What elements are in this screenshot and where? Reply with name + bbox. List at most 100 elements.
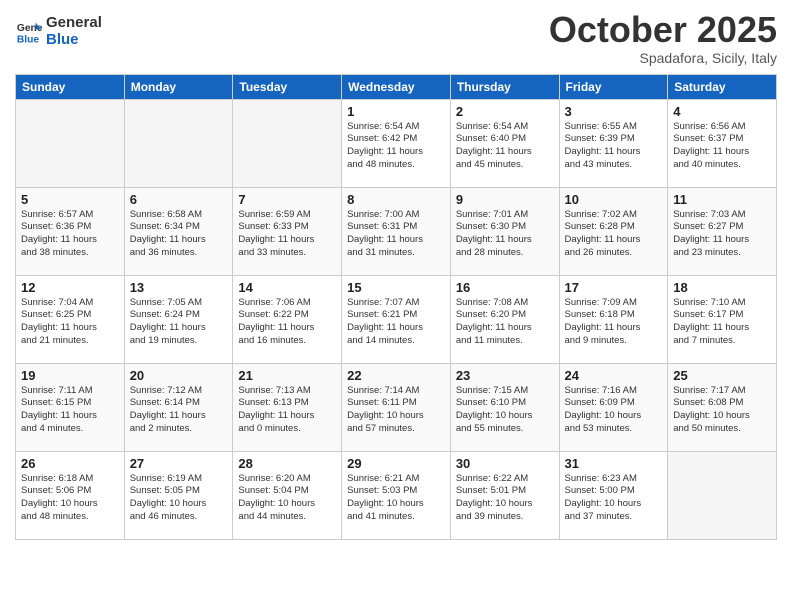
day-info: Sunrise: 6:59 AM Sunset: 6:33 PM Dayligh… [238, 209, 336, 260]
day-info: Sunrise: 7:15 AM Sunset: 6:10 PM Dayligh… [456, 385, 554, 436]
table-row: 3 Sunrise: 6:55 AM Sunset: 6:39 PM Daylig… [559, 99, 668, 187]
table-row: 19 Sunrise: 7:11 AM Sunset: 6:15 PM Dayli… [16, 363, 125, 451]
table-row [668, 451, 777, 539]
logo-blue: Blue [46, 32, 102, 49]
day-info: Sunrise: 6:57 AM Sunset: 6:36 PM Dayligh… [21, 209, 119, 260]
table-row: 6 Sunrise: 6:58 AM Sunset: 6:34 PM Daylig… [124, 187, 233, 275]
day-number: 5 [21, 192, 119, 207]
day-info: Sunrise: 7:11 AM Sunset: 6:15 PM Dayligh… [21, 385, 119, 436]
day-info: Sunrise: 6:22 AM Sunset: 5:01 PM Dayligh… [456, 473, 554, 524]
table-row: 2Sunrise: 6:54 AM Sunset: 6:40 PM Daylig… [450, 99, 559, 187]
header: General Blue General Blue October 2025 S… [15, 10, 777, 66]
table-row: 5 Sunrise: 6:57 AM Sunset: 6:36 PM Daylig… [16, 187, 125, 275]
table-row [233, 99, 342, 187]
day-number: 26 [21, 456, 119, 471]
day-number: 12 [21, 280, 119, 295]
calendar-week-row: 1 Sunrise: 6:54 AM Sunset: 6:42 PM Daylig… [16, 99, 777, 187]
table-row: 29Sunrise: 6:21 AM Sunset: 5:03 PM Dayli… [342, 451, 451, 539]
day-number: 30 [456, 456, 554, 471]
day-number: 23 [456, 368, 554, 383]
month-title: October 2025 [549, 10, 777, 50]
day-number: 1 [347, 104, 445, 119]
day-number: 18 [673, 280, 771, 295]
table-row: 9 Sunrise: 7:01 AM Sunset: 6:30 PM Daylig… [450, 187, 559, 275]
day-number: 15 [347, 280, 445, 295]
day-number: 3 [565, 104, 663, 119]
day-info: Sunrise: 7:12 AM Sunset: 6:14 PM Dayligh… [130, 385, 228, 436]
table-row: 10Sunrise: 7:02 AM Sunset: 6:28 PM Dayli… [559, 187, 668, 275]
table-row: 14Sunrise: 7:06 AM Sunset: 6:22 PM Dayli… [233, 275, 342, 363]
table-row [16, 99, 125, 187]
day-info: Sunrise: 7:17 AM Sunset: 6:08 PM Dayligh… [673, 385, 771, 436]
table-row: 27Sunrise: 6:19 AM Sunset: 5:05 PM Dayli… [124, 451, 233, 539]
table-row: 23 Sunrise: 7:15 AM Sunset: 6:10 PM Dayli… [450, 363, 559, 451]
day-info: Sunrise: 7:04 AM Sunset: 6:25 PM Dayligh… [21, 297, 119, 348]
table-row: 11 Sunrise: 7:03 AM Sunset: 6:27 PM Dayli… [668, 187, 777, 275]
table-row: 31 Sunrise: 6:23 AM Sunset: 5:00 PM Dayli… [559, 451, 668, 539]
day-number: 9 [456, 192, 554, 207]
calendar-table: Sunday Monday Tuesday Wednesday Thursday… [15, 74, 777, 540]
calendar-week-row: 19 Sunrise: 7:11 AM Sunset: 6:15 PM Dayli… [16, 363, 777, 451]
table-row: 22 Sunrise: 7:14 AM Sunset: 6:11 PM Dayli… [342, 363, 451, 451]
day-number: 13 [130, 280, 228, 295]
table-row: 8 Sunrise: 7:00 AM Sunset: 6:31 PM Daylig… [342, 187, 451, 275]
day-number: 21 [238, 368, 336, 383]
table-row [124, 99, 233, 187]
day-number: 16 [456, 280, 554, 295]
table-row: 13 Sunrise: 7:05 AM Sunset: 6:24 PM Dayli… [124, 275, 233, 363]
day-info: Sunrise: 7:03 AM Sunset: 6:27 PM Dayligh… [673, 209, 771, 260]
day-number: 28 [238, 456, 336, 471]
day-number: 2 [456, 104, 554, 119]
table-row: 21 Sunrise: 7:13 AM Sunset: 6:13 PM Dayli… [233, 363, 342, 451]
day-info: Sunrise: 6:21 AM Sunset: 5:03 PM Dayligh… [347, 473, 445, 524]
day-number: 22 [347, 368, 445, 383]
table-row: 18Sunrise: 7:10 AM Sunset: 6:17 PM Dayli… [668, 275, 777, 363]
table-row: 25 Sunrise: 7:17 AM Sunset: 6:08 PM Dayli… [668, 363, 777, 451]
day-info: Sunrise: 7:08 AM Sunset: 6:20 PM Dayligh… [456, 297, 554, 348]
col-sunday: Sunday [16, 74, 125, 99]
day-number: 25 [673, 368, 771, 383]
table-row: 28 Sunrise: 6:20 AM Sunset: 5:04 PM Dayli… [233, 451, 342, 539]
day-number: 31 [565, 456, 663, 471]
col-thursday: Thursday [450, 74, 559, 99]
day-info: Sunrise: 6:58 AM Sunset: 6:34 PM Dayligh… [130, 209, 228, 260]
day-info: Sunrise: 7:14 AM Sunset: 6:11 PM Dayligh… [347, 385, 445, 436]
svg-text:Blue: Blue [17, 34, 40, 45]
calendar-week-row: 26Sunrise: 6:18 AM Sunset: 5:06 PM Dayli… [16, 451, 777, 539]
calendar-week-row: 12 Sunrise: 7:04 AM Sunset: 6:25 PM Dayli… [16, 275, 777, 363]
col-saturday: Saturday [668, 74, 777, 99]
table-row: 30 Sunrise: 6:22 AM Sunset: 5:01 PM Dayli… [450, 451, 559, 539]
table-row: 15 Sunrise: 7:07 AM Sunset: 6:21 PM Dayli… [342, 275, 451, 363]
day-number: 20 [130, 368, 228, 383]
calendar-header-row: Sunday Monday Tuesday Wednesday Thursday… [16, 74, 777, 99]
day-info: Sunrise: 7:00 AM Sunset: 6:31 PM Dayligh… [347, 209, 445, 260]
day-info: Sunrise: 7:13 AM Sunset: 6:13 PM Dayligh… [238, 385, 336, 436]
table-row: 4Sunrise: 6:56 AM Sunset: 6:37 PM Daylig… [668, 99, 777, 187]
table-row: 1 Sunrise: 6:54 AM Sunset: 6:42 PM Daylig… [342, 99, 451, 187]
calendar-week-row: 5 Sunrise: 6:57 AM Sunset: 6:36 PM Daylig… [16, 187, 777, 275]
table-row: 17Sunrise: 7:09 AM Sunset: 6:18 PM Dayli… [559, 275, 668, 363]
day-number: 19 [21, 368, 119, 383]
day-number: 8 [347, 192, 445, 207]
day-number: 7 [238, 192, 336, 207]
table-row: 16 Sunrise: 7:08 AM Sunset: 6:20 PM Dayli… [450, 275, 559, 363]
day-number: 11 [673, 192, 771, 207]
col-monday: Monday [124, 74, 233, 99]
day-info: Sunrise: 6:54 AM Sunset: 6:42 PM Dayligh… [347, 121, 445, 172]
day-info: Sunrise: 7:16 AM Sunset: 6:09 PM Dayligh… [565, 385, 663, 436]
day-info: Sunrise: 7:01 AM Sunset: 6:30 PM Dayligh… [456, 209, 554, 260]
day-number: 4 [673, 104, 771, 119]
day-number: 6 [130, 192, 228, 207]
day-number: 27 [130, 456, 228, 471]
day-info: Sunrise: 6:23 AM Sunset: 5:00 PM Dayligh… [565, 473, 663, 524]
day-info: Sunrise: 6:20 AM Sunset: 5:04 PM Dayligh… [238, 473, 336, 524]
logo-general: General [46, 15, 102, 32]
logo-icon: General Blue [15, 18, 43, 46]
day-info: Sunrise: 7:05 AM Sunset: 6:24 PM Dayligh… [130, 297, 228, 348]
col-friday: Friday [559, 74, 668, 99]
day-number: 24 [565, 368, 663, 383]
table-row: 12 Sunrise: 7:04 AM Sunset: 6:25 PM Dayli… [16, 275, 125, 363]
day-info: Sunrise: 6:55 AM Sunset: 6:39 PM Dayligh… [565, 121, 663, 172]
day-info: Sunrise: 7:07 AM Sunset: 6:21 PM Dayligh… [347, 297, 445, 348]
table-row: 24 Sunrise: 7:16 AM Sunset: 6:09 PM Dayli… [559, 363, 668, 451]
